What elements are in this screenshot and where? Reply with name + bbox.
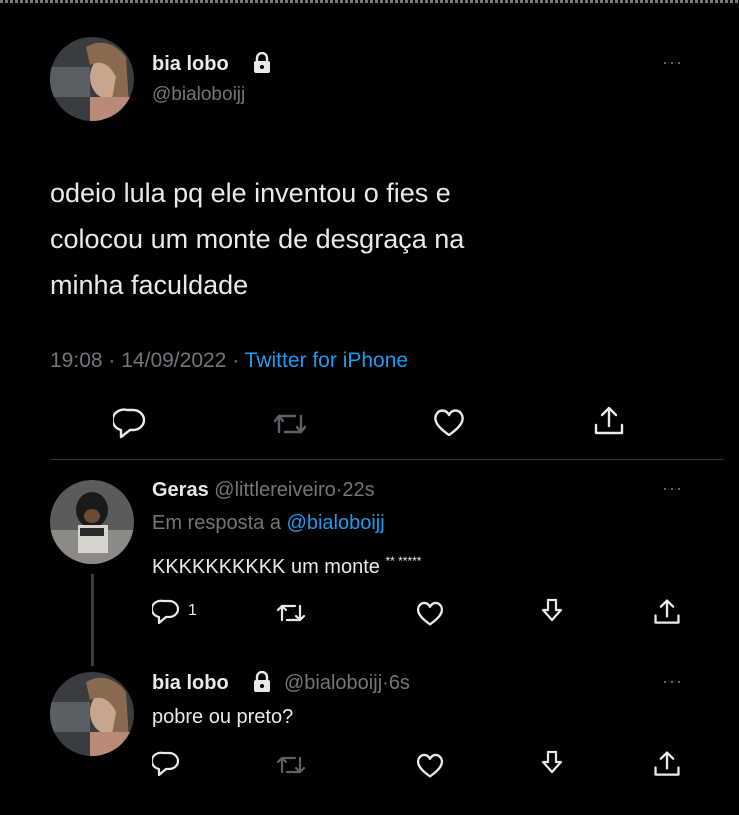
reply-to-label: Em resposta a (152, 512, 281, 534)
tweet-text: odeio lula pq ele inventou o fies e colo… (50, 170, 464, 308)
display-name[interactable]: Geras (152, 479, 209, 501)
more-icon[interactable]: ··· (662, 52, 683, 73)
tweet-text-line: minha faculdade (50, 270, 249, 300)
retweet-icon[interactable] (276, 753, 306, 777)
reply-text: pobre ou preto? (152, 706, 294, 728)
reply-text: KKKKKKKKKK um monte (152, 556, 380, 578)
reply-icon[interactable] (152, 750, 180, 778)
separator: · (382, 672, 389, 694)
top-border (0, 0, 739, 3)
like-icon[interactable] (415, 751, 445, 779)
timestamp[interactable]: 22s (342, 479, 374, 501)
tweet-source[interactable]: Twitter for iPhone (245, 349, 408, 372)
avatar[interactable] (50, 37, 134, 121)
tweet-time[interactable]: 19:08 (50, 349, 103, 372)
lock-icon (252, 671, 272, 693)
reply-count: 1 (188, 602, 197, 619)
handle[interactable]: @littlereiveiro (214, 479, 335, 501)
meta-separator: · (232, 349, 240, 372)
display-name[interactable]: bia lobo (152, 53, 229, 75)
tweet-text-line: odeio lula pq ele inventou o fies e (50, 178, 451, 208)
handle[interactable]: @bialoboijj (284, 672, 382, 694)
download-icon[interactable] (538, 749, 566, 779)
thread-line (91, 574, 94, 666)
reply-text-suffix: ** ***** (385, 554, 422, 568)
like-icon[interactable] (432, 406, 466, 438)
retweet-icon[interactable] (272, 410, 308, 438)
meta-separator: · (108, 349, 116, 372)
like-icon[interactable] (415, 599, 445, 627)
share-icon[interactable] (592, 404, 626, 438)
more-icon[interactable]: ··· (662, 671, 683, 692)
divider (50, 459, 724, 460)
avatar[interactable] (50, 480, 134, 564)
tweet-meta: 19:08 · 14/09/2022 · Twitter for iPhone (50, 349, 408, 373)
reply-icon[interactable] (113, 407, 147, 439)
retweet-icon[interactable] (276, 601, 306, 625)
avatar[interactable] (50, 672, 134, 756)
tweet-date[interactable]: 14/09/2022 (121, 349, 226, 372)
download-icon[interactable] (538, 597, 566, 627)
share-icon[interactable] (652, 597, 682, 627)
more-icon[interactable]: ··· (662, 478, 683, 499)
handle[interactable]: @bialoboijj (152, 84, 245, 106)
timestamp[interactable]: 6s (389, 672, 410, 694)
reply-to-handle[interactable]: @bialoboijj (287, 512, 385, 534)
reply-icon[interactable] (152, 598, 180, 626)
share-icon[interactable] (652, 749, 682, 779)
lock-icon (252, 52, 272, 74)
tweet-text-line: colocou um monte de desgraça na (50, 224, 465, 254)
display-name[interactable]: bia lobo (152, 672, 229, 694)
